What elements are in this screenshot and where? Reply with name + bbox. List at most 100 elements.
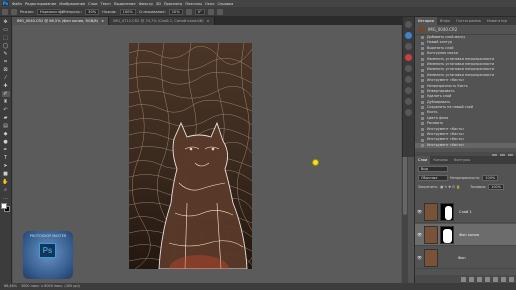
tab-history[interactable]: История [415,17,437,25]
layer-row-selected[interactable]: 👁 Фон копия [415,224,516,246]
document-tabs: IMG_0040.CR2 @ 66,5% (Фон копия, RGB/8) … [13,17,413,25]
menu-select[interactable]: Выделение [114,2,135,6]
blend-mode-select[interactable]: Обычные [418,174,448,181]
quick-select-tool-icon[interactable]: ✎ [2,51,10,57]
flow-field[interactable]: 100% [119,8,136,15]
history-snapshot[interactable]: IMG_0040.CR2 [415,25,516,35]
zoom-readout[interactable]: 66,46% [4,283,17,290]
layer-row[interactable]: 👁 Слой 1 [415,201,516,223]
trash-icon[interactable] [509,276,514,282]
swatches-panel-icon[interactable] [405,43,412,50]
snapshot-label: IMG_0040.CR2 [428,27,458,32]
menu-file[interactable]: Файл [12,2,22,6]
artboard-tool-icon[interactable]: ▭ [2,27,10,33]
eye-icon[interactable]: 👁 [417,232,422,237]
layer-opacity-field[interactable]: 100% [482,174,499,181]
opacity-label: Непрозрачность: [450,175,481,180]
menu-3d[interactable]: 3D [156,2,161,6]
history-panel-icon[interactable] [405,21,412,28]
marquee-tool-icon[interactable]: ⬚ [2,35,10,41]
adjustment-layer-icon[interactable] [485,276,490,282]
more-tools-icon[interactable]: … [2,195,10,201]
crop-tool-icon[interactable]: ⌗ [2,59,10,65]
blur-tool-icon[interactable]: ◆ [2,131,10,137]
tab-paths[interactable]: Контуры [451,156,473,164]
smoothing-label: Сглаживание: [138,9,166,14]
pressure-icon[interactable] [207,8,214,15]
hand-tool-icon[interactable]: ✋ [2,179,10,185]
gear-icon[interactable] [185,8,192,15]
actions-panel-icon[interactable] [405,87,412,94]
menu-image[interactable]: Изображение [59,2,85,6]
tab-channels[interactable]: Каналы [430,156,450,164]
brush-preset-icon[interactable] [2,8,8,15]
layer-filter-select[interactable]: Вид [418,165,448,172]
tab-document-1[interactable]: IMG_0040.CR2 @ 66,5% (Фон копия, RGB/8) … [13,17,110,25]
menu-help[interactable]: Справка [218,2,234,6]
color-panel-icon[interactable] [405,32,412,39]
foreground-color-swatch[interactable] [1,203,7,209]
menu-edit[interactable]: Редактирование [25,2,56,6]
brush-settings-icon[interactable] [11,8,17,15]
menu-filter[interactable]: Фильтр [139,2,153,6]
group-icon[interactable] [493,276,498,282]
history-item-current[interactable]: Инструмент «Кисть» [415,142,516,149]
properties-panel-icon[interactable] [405,65,412,72]
tab-layers[interactable]: Слои [415,156,431,164]
history-brush-tool-icon[interactable]: ↶ [2,107,10,113]
adjustments-panel-icon[interactable] [405,54,412,61]
tab-histogram[interactable]: Гистограмма [453,17,484,25]
eye-icon[interactable]: 👁 [417,209,422,214]
close-icon[interactable]: × [206,17,209,25]
link-icon[interactable] [461,276,466,282]
document-canvas[interactable] [129,43,252,269]
layer-row[interactable]: 👁 Фон [415,247,516,269]
zoom-tool-icon[interactable]: ⌕ [2,187,10,193]
fill-field[interactable]: 100% [488,183,504,190]
lasso-tool-icon[interactable]: ◯ [2,43,10,49]
smoothing-field[interactable]: 10% [168,8,183,15]
stamp-tool-icon[interactable]: ♜ [2,99,10,105]
mode-select[interactable]: Нормальный [36,8,64,15]
fx-icon[interactable] [469,276,474,282]
healing-tool-icon[interactable]: ✚ [2,83,10,89]
character-panel-icon[interactable] [405,98,412,105]
lock-icons[interactable]: ▦ ✎ ✥ ⊡ 🔒 [440,185,460,189]
pen-tool-icon[interactable]: ✒ [2,147,10,153]
dodge-tool-icon[interactable]: ● [2,139,10,145]
brush-tool-icon[interactable]: ✐ [1,91,10,97]
eraser-tool-icon[interactable]: ▰ [2,115,10,121]
eyedropper-tool-icon[interactable]: ⁄ [2,75,10,81]
mode-label: Режим: [20,9,34,14]
photoshop-logo[interactable]: Ps [2,1,9,6]
blend-row: Обычные Непрозрачность: 100% [415,173,516,182]
move-tool-icon[interactable]: ✥ [2,19,10,25]
menu-window[interactable]: Окно [205,2,215,6]
angle-field[interactable]: 0° [194,8,205,15]
new-layer-icon[interactable] [501,276,506,282]
paragraph-panel-icon[interactable] [405,109,412,116]
brushes-panel-icon[interactable] [405,76,412,83]
path-select-tool-icon[interactable]: ➤ [2,163,10,169]
menu-layers[interactable]: Слои [88,2,97,6]
add-mask-icon[interactable] [477,276,482,282]
opacity-field[interactable]: 30% [85,8,100,15]
eye-icon[interactable]: 👁 [417,255,422,260]
snapshot-thumbnail [418,26,425,33]
lynx-artwork [129,43,252,269]
layer-name: Слой 1 [459,209,472,214]
type-tool-icon[interactable]: T [2,155,10,161]
gradient-tool-icon[interactable]: ▤ [2,123,10,129]
frame-tool-icon[interactable]: ⊠ [2,67,10,73]
layer-mask-thumbnail[interactable] [440,202,454,221]
menu-view[interactable]: Просмотр [164,2,182,6]
menu-plugins[interactable]: Плагины [185,2,202,6]
tab-document-2[interactable]: IMG_4712.CR2 @ 74,7% (Слой 1, Синий кана… [109,17,215,25]
shape-tool-icon[interactable]: ■ [2,171,10,177]
tab-info[interactable]: Инфо [437,17,453,25]
layer-mask-thumbnail[interactable] [440,225,454,244]
menu-type[interactable]: Текст [101,2,112,6]
tab-navigator[interactable]: Навигатор [484,17,510,25]
close-icon[interactable]: × [101,17,104,25]
symmetry-icon[interactable] [216,8,223,15]
